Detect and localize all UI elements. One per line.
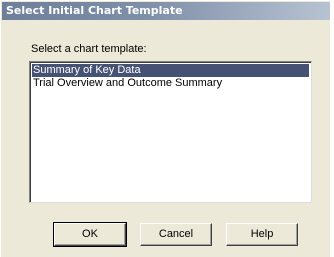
template-item-summary-key-data[interactable]: Summary of Key Data bbox=[32, 64, 309, 77]
template-listbox[interactable]: Summary of Key Data Trial Overview and O… bbox=[29, 61, 312, 203]
dialog-title: Select Initial Chart Template bbox=[6, 4, 183, 17]
ok-button[interactable]: OK bbox=[53, 222, 127, 247]
template-prompt-label: Select a chart template: bbox=[31, 43, 147, 55]
cancel-button[interactable]: Cancel bbox=[140, 223, 212, 246]
help-button[interactable]: Help bbox=[226, 223, 298, 246]
select-template-dialog: Select Initial Chart Template Select a c… bbox=[0, 0, 330, 257]
dialog-titlebar[interactable]: Select Initial Chart Template bbox=[2, 2, 330, 20]
background-strip bbox=[330, 0, 334, 257]
template-item-trial-overview[interactable]: Trial Overview and Outcome Summary bbox=[32, 77, 309, 90]
